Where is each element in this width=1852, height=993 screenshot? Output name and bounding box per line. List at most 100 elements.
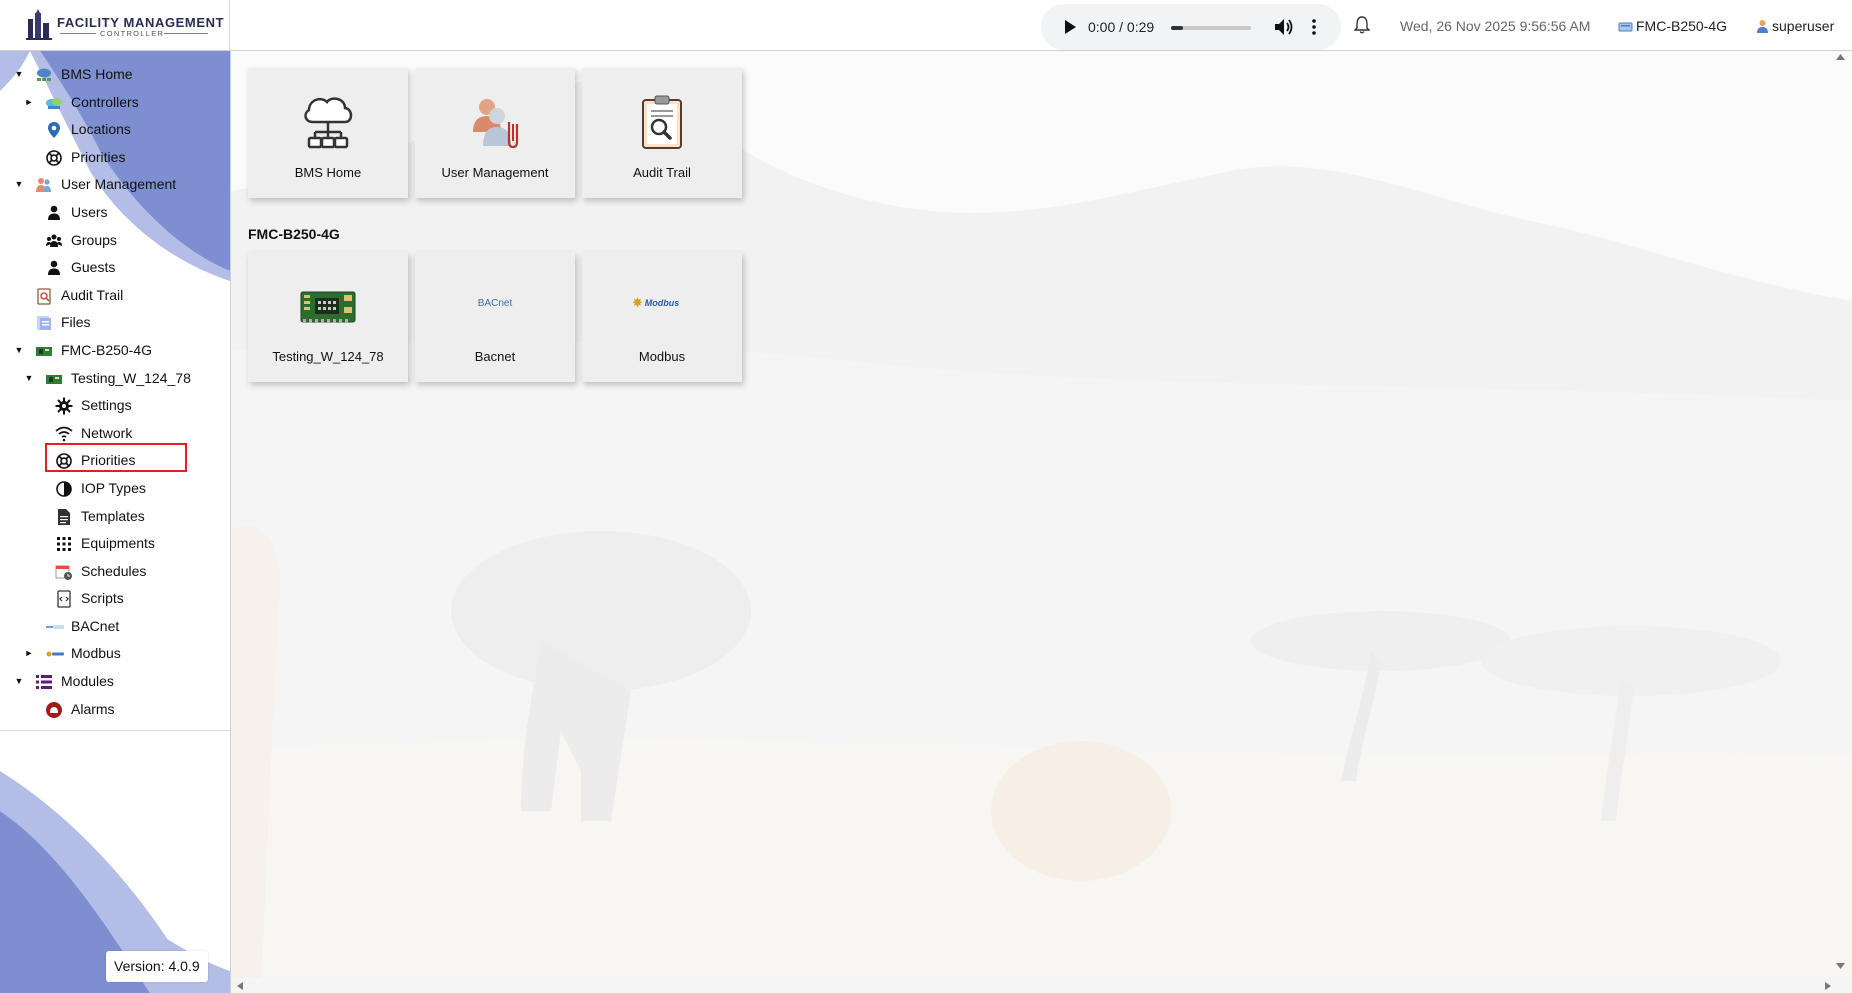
sidebar-item-audit-trail[interactable]: Audit Trail [0, 282, 230, 310]
circuit-board-icon [300, 289, 356, 330]
sidebar-item-equipments[interactable]: Equipments [0, 530, 230, 558]
sidebar-item-label: FMC-B250-4G [61, 341, 153, 358]
scroll-up-icon[interactable] [1836, 54, 1845, 60]
scroll-right-icon[interactable] [1825, 982, 1831, 990]
sidebar-item-bacnet[interactable]: BACnet [0, 613, 230, 641]
sidebar-divider [0, 730, 230, 731]
sidebar-item-label: Priorities [71, 148, 126, 165]
tile-label: Audit Trail [633, 165, 691, 180]
expanded-caret-icon[interactable]: ▼ [14, 171, 24, 199]
sidebar-item-testing-w-124-78[interactable]: ▼ Testing_W_124_78 [0, 365, 230, 393]
sidebar-item-modbus[interactable]: ► Modbus [0, 640, 230, 668]
logo-rule [60, 33, 96, 34]
fmc-device-icon [35, 342, 53, 360]
tile-testing-w-124-78[interactable]: Testing_W_124_78 [248, 252, 408, 382]
sidebar-item-label: User Management [61, 176, 177, 193]
sidebar-item-label: Modbus [71, 645, 121, 662]
sidebar-item-users[interactable]: Users [0, 199, 230, 227]
guest-icon [45, 259, 63, 277]
sidebar-item-priorities[interactable]: Priorities [0, 447, 230, 475]
sidebar-item-network[interactable]: Network [0, 420, 230, 448]
tile-label: Bacnet [474, 349, 516, 364]
device-icon [1618, 22, 1633, 32]
expanded-caret-icon[interactable]: ▼ [14, 61, 24, 89]
sidebar-item-modules[interactable]: ▼ Modules [0, 668, 230, 696]
sidebar-item-guests[interactable]: Guests [0, 254, 230, 282]
alarm-icon [45, 701, 63, 719]
tile-bacnet[interactable]: BACnet Bacnet [415, 252, 575, 382]
tile-user-management[interactable]: User Management [415, 68, 575, 198]
sidebar-item-label: Templates [81, 507, 145, 524]
document-icon [55, 508, 73, 526]
sidebar: ▼ BMS Home ► Controllers Locations Priorities… [0, 51, 231, 993]
sidebar-item-label: Scripts [81, 590, 124, 607]
tile-bms-home[interactable]: BMS Home [248, 68, 408, 198]
audit-trail-icon [35, 287, 53, 305]
sidebar-item-label: IOP Types [81, 479, 146, 496]
sidebar-item-priorities[interactable]: Priorities [0, 144, 230, 172]
sidebar-item-alarms[interactable]: Alarms [0, 696, 230, 724]
expanded-caret-icon[interactable]: ▼ [14, 668, 24, 696]
play-icon[interactable] [1063, 19, 1077, 35]
bacnet-logo-icon [45, 618, 64, 636]
sidebar-item-bms-home[interactable]: ▼ BMS Home [0, 61, 230, 89]
sidebar-item-user-management[interactable]: ▼ User Management [0, 171, 230, 199]
sidebar-item-groups[interactable]: Groups [0, 227, 230, 255]
lifebuoy-icon [55, 452, 73, 470]
user-menu[interactable]: superuser [1756, 18, 1834, 34]
sidebar-item-templates[interactable]: Templates [0, 503, 230, 531]
lifebuoy-icon [45, 149, 63, 167]
sidebar-item-controllers[interactable]: ► Controllers [0, 89, 230, 117]
expanded-caret-icon[interactable]: ▼ [14, 337, 24, 365]
app-logo[interactable]: FACILITY MANAGEMENT CONTROLLER [0, 0, 230, 51]
user-label: superuser [1772, 18, 1835, 34]
tile-audit-trail[interactable]: Audit Trail [582, 68, 742, 198]
collapsed-caret-icon[interactable]: ► [24, 89, 34, 117]
sidebar-item-label: Settings [81, 397, 132, 414]
modbus-logo-icon: Modbus [644, 298, 680, 308]
users-clip-icon [467, 94, 523, 155]
scroll-down-icon[interactable] [1836, 963, 1845, 969]
sidebar-item-iop-types[interactable]: IOP Types [0, 475, 230, 503]
sidebar-item-files[interactable]: Files [0, 309, 230, 337]
bell-icon[interactable] [1354, 16, 1370, 34]
user-management-icon [35, 176, 53, 194]
sidebar-item-locations[interactable]: Locations [0, 116, 230, 144]
section-heading: FMC-B250-4G [248, 226, 340, 242]
tile-label: User Management [441, 165, 549, 180]
sidebar-item-fmc-b250-4g[interactable]: ▼ FMC-B250-4G [0, 337, 230, 365]
circuit-board-icon [45, 370, 63, 388]
audio-player: 0:00 / 0:29 [1041, 4, 1341, 50]
sidebar-item-label: Audit Trail [61, 286, 124, 303]
controllers-icon [45, 94, 63, 112]
horizontal-scrollbar[interactable] [231, 978, 1852, 993]
modules-list-icon [35, 673, 53, 691]
audio-seek-slider[interactable] [1171, 26, 1251, 30]
expanded-caret-icon[interactable]: ▼ [24, 365, 34, 393]
half-circle-icon [55, 480, 73, 498]
sidebar-item-scripts[interactable]: Scripts [0, 585, 230, 613]
clipboard-search-icon [637, 94, 687, 157]
collapsed-caret-icon[interactable]: ► [24, 640, 34, 668]
more-vert-icon[interactable] [1311, 18, 1317, 36]
volume-icon[interactable] [1274, 18, 1294, 36]
sidebar-item-label: Priorities [81, 452, 136, 469]
gear-icon [55, 397, 73, 415]
tile-modbus[interactable]: Modbus ✸ Modbus [582, 252, 742, 382]
version-badge: Version: 4.0.9 [106, 951, 208, 982]
scroll-left-icon[interactable] [237, 982, 243, 990]
groups-icon [45, 232, 63, 250]
tile-label: BMS Home [294, 165, 362, 180]
grid-dots-icon [55, 535, 73, 553]
sidebar-item-settings[interactable]: Settings [0, 392, 230, 420]
main-content: BMS Home User Management Audit Trail FMC-B… [231, 51, 1852, 993]
sidebar-item-schedules[interactable]: Schedules [0, 558, 230, 586]
sidebar-item-label: Files [61, 314, 91, 331]
sidebar-item-label: Modules [61, 673, 114, 690]
device-label: FMC-B250-4G [1636, 18, 1728, 34]
sidebar-item-label: Equipments [81, 535, 155, 552]
top-header: FACILITY MANAGEMENT CONTROLLER 0:00 / 0:… [0, 0, 1852, 51]
nav-tree: ▼ BMS Home ► Controllers Locations Priorities… [0, 61, 230, 723]
device-link[interactable]: FMC-B250-4G [1618, 18, 1727, 34]
sidebar-item-label: Groups [71, 231, 117, 248]
